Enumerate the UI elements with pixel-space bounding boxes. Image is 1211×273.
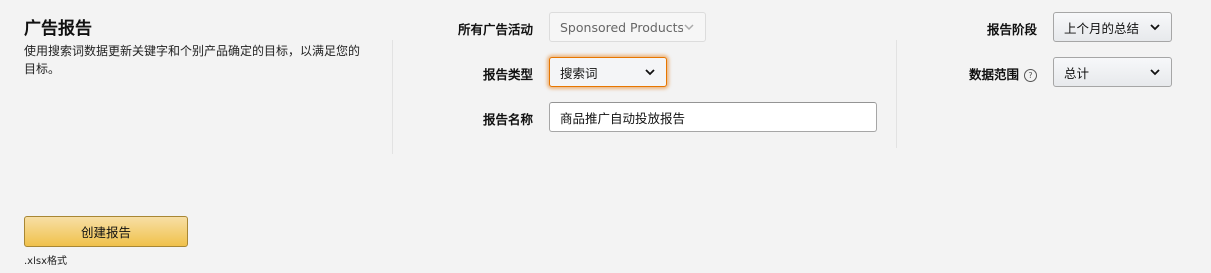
chevron-down-icon: [1150, 69, 1160, 76]
report-type-select[interactable]: 搜索词: [549, 57, 667, 87]
column-divider: [896, 40, 897, 148]
campaigns-label: 所有广告活动: [457, 22, 533, 37]
report-header: 广告报告 使用搜索词数据更新关键字和个别产品确定的目标，以满足您的目标。: [24, 14, 364, 78]
report-name-input[interactable]: 商品推广自动投放报告: [549, 102, 877, 132]
chevron-down-icon: [645, 69, 655, 76]
report-period-select[interactable]: 上个月的总结: [1053, 12, 1172, 42]
format-note: .xlsx格式: [24, 256, 68, 267]
help-icon[interactable]: ?: [1024, 69, 1037, 82]
page-description: 使用搜索词数据更新关键字和个别产品确定的目标，以满足您的目标。: [24, 44, 361, 76]
chevron-down-icon: [684, 24, 694, 31]
report-name-value: 商品推广自动投放报告: [560, 110, 686, 126]
report-period-value: 上个月的总结: [1064, 20, 1140, 36]
report-type-label: 报告类型: [482, 67, 533, 82]
report-type-value: 搜索词: [560, 65, 598, 81]
create-report-button[interactable]: 创建报告: [24, 216, 188, 247]
report-period-label: 报告阶段: [986, 22, 1037, 37]
data-range-value: 总计: [1064, 65, 1090, 81]
report-name-label: 报告名称: [482, 112, 533, 127]
campaigns-value: Sponsored Products: [560, 19, 683, 35]
data-range-label: 数据范围: [968, 67, 1019, 82]
data-range-label-group: 数据范围?: [930, 64, 1037, 83]
page-title: 广告报告: [24, 19, 92, 39]
data-range-select[interactable]: 总计: [1053, 57, 1172, 87]
chevron-down-icon: [1150, 24, 1160, 31]
column-divider: [392, 40, 393, 154]
campaigns-select[interactable]: Sponsored Products: [549, 12, 706, 42]
